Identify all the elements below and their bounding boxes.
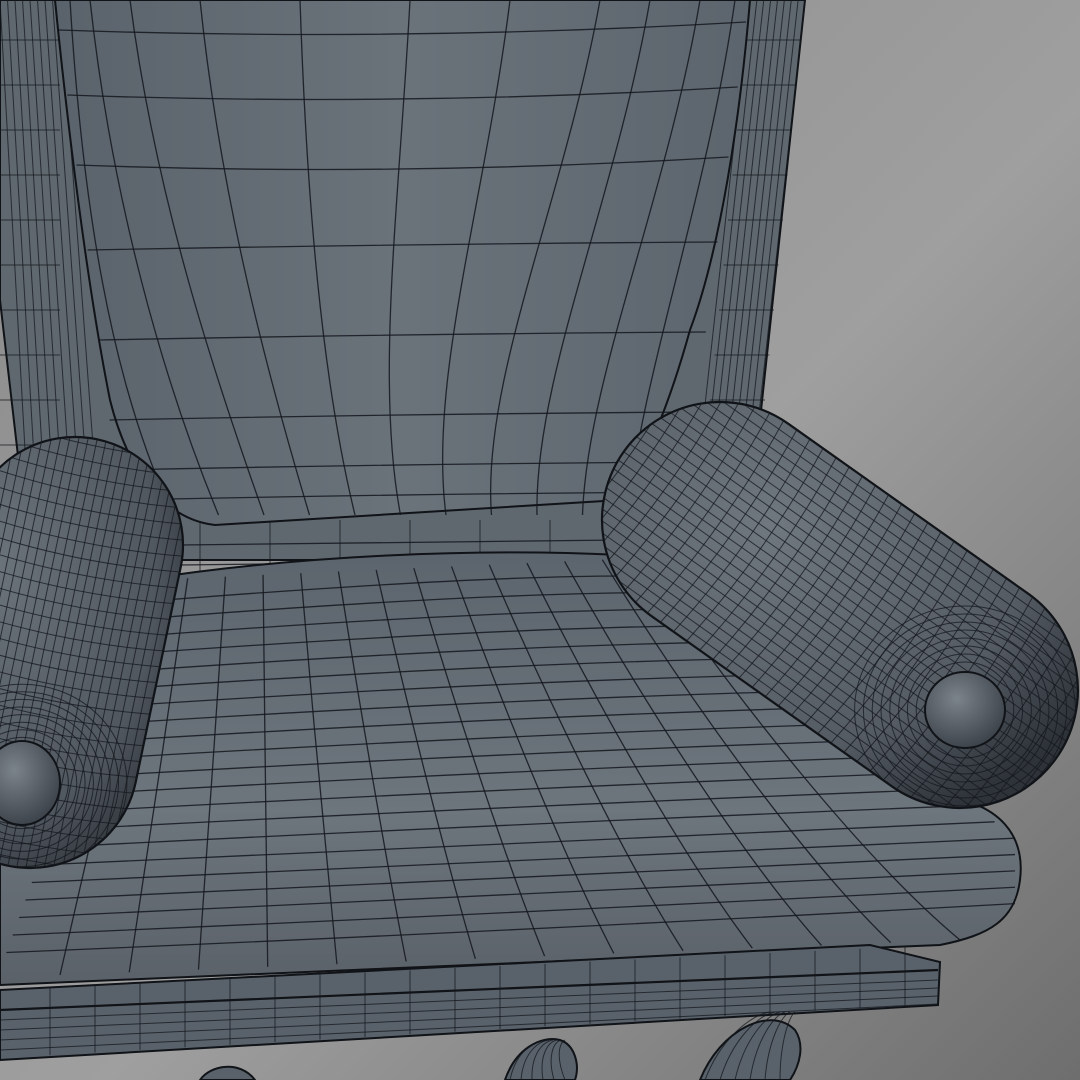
3d-viewport[interactable] (0, 0, 1080, 1080)
armrest-roll-right-cap (924, 671, 1006, 749)
armchair-wireframe-render (0, 0, 1080, 1080)
